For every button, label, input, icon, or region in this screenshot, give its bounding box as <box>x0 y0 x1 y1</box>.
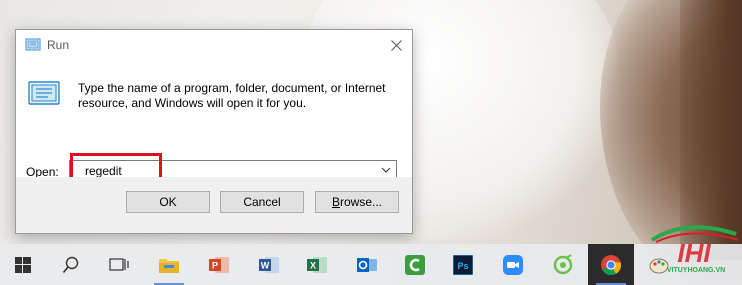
run-icon <box>25 38 41 51</box>
run-program-icon <box>28 81 60 105</box>
task-view-button[interactable] <box>96 244 142 285</box>
svg-text:W: W <box>261 260 270 270</box>
powerpoint-icon: P <box>209 256 229 273</box>
search-icon <box>62 256 79 273</box>
file-explorer-icon <box>159 258 179 273</box>
photoshop-button[interactable]: Ps <box>440 244 486 285</box>
dialog-footer: OK Cancel Browse... <box>16 177 412 233</box>
excel-button[interactable]: X <box>294 244 340 285</box>
dialog-title: Run <box>47 38 70 52</box>
ok-button[interactable]: OK <box>126 191 210 213</box>
excel-icon: X <box>307 256 327 273</box>
browse-accel: B <box>331 195 340 209</box>
word-icon: W <box>259 256 279 273</box>
camtasia-button[interactable] <box>392 244 438 285</box>
close-button[interactable] <box>380 30 412 60</box>
wallpaper-hair-dark <box>680 0 742 260</box>
browse-rest: rowse... <box>340 195 383 209</box>
dialog-description: Type the name of a program, folder, docu… <box>78 81 386 110</box>
zoom-button[interactable] <box>490 244 536 285</box>
dialog-titlebar[interactable]: Run <box>16 30 412 60</box>
svg-text:P: P <box>212 260 218 270</box>
powerpoint-button[interactable]: P <box>196 244 242 285</box>
photoshop-icon: Ps <box>453 254 473 275</box>
svg-text:Ps: Ps <box>457 261 468 271</box>
taskbar: P W X Ps <box>0 244 742 285</box>
start-icon <box>15 256 31 273</box>
close-icon <box>390 39 402 51</box>
outlook-icon <box>357 257 377 272</box>
watermark-text: VITUYHOANG.VN <box>667 267 725 274</box>
zoom-icon <box>503 254 523 275</box>
app-button[interactable] <box>540 244 586 285</box>
chrome-button[interactable] <box>588 244 634 285</box>
browse-button[interactable]: Browse... <box>315 191 399 213</box>
dialog-body: Type the name of a program, folder, docu… <box>16 60 412 188</box>
outlook-button[interactable] <box>344 244 390 285</box>
chrome-icon <box>601 254 622 275</box>
search-button[interactable] <box>48 244 94 285</box>
svg-text:IHI: IHI <box>677 238 711 268</box>
start-button[interactable] <box>0 244 46 285</box>
svg-text:X: X <box>310 260 316 270</box>
cancel-button[interactable]: Cancel <box>220 191 304 213</box>
task-view-icon <box>109 257 129 271</box>
app-icon <box>553 253 573 274</box>
word-button[interactable]: W <box>246 244 292 285</box>
run-dialog: Run Type the name of a program, folder, … <box>15 29 413 234</box>
file-explorer-button[interactable] <box>146 244 192 285</box>
watermark-logo: IHI VITUYHOANG.VN <box>650 225 739 274</box>
chevron-down-icon[interactable] <box>380 164 392 176</box>
camtasia-icon <box>405 254 425 275</box>
